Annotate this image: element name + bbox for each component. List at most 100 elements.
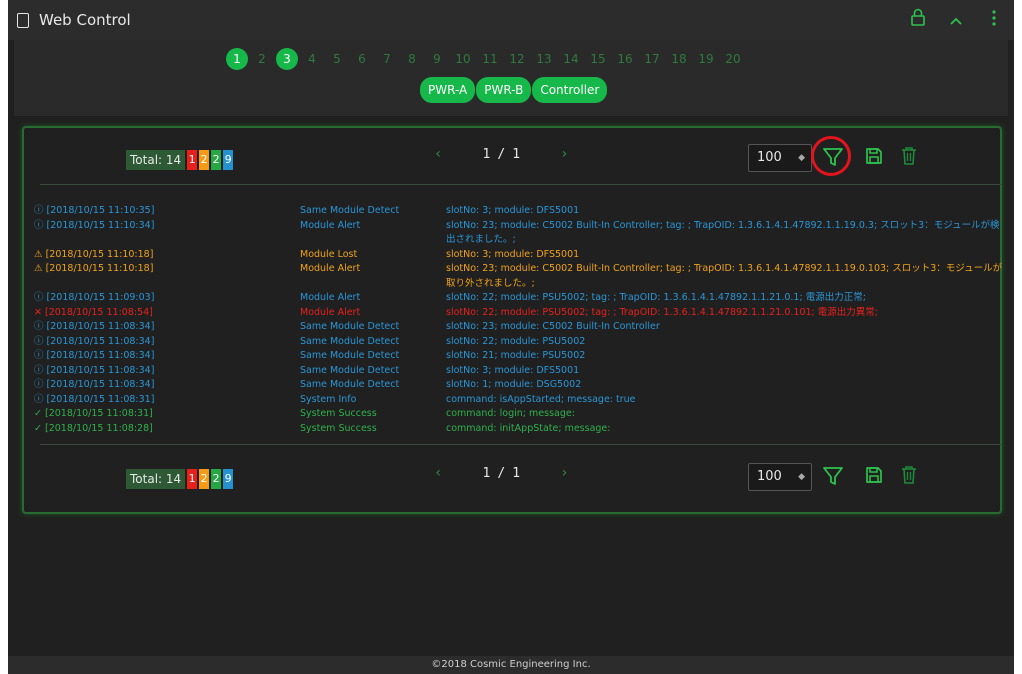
slot-15[interactable]: 15 — [586, 48, 610, 70]
info-count-badge[interactable]: 9 — [223, 469, 234, 489]
slot-5[interactable]: 5 — [326, 48, 348, 70]
log-type: Same Module Detect — [300, 335, 400, 347]
slot-11[interactable]: 11 — [478, 48, 502, 70]
slot-14[interactable]: 14 — [559, 48, 583, 70]
slot-16[interactable]: 16 — [613, 48, 637, 70]
page-size-select[interactable]: 100 ◆ — [748, 463, 812, 491]
log-timestamp: ⓘ [2018/10/15 11:08:34] — [34, 378, 300, 393]
bottom-divider — [40, 444, 1002, 445]
log-type: Same Module Detect — [300, 379, 400, 390]
filter-icon[interactable] — [822, 465, 846, 489]
log-type: Module Alert — [300, 263, 361, 274]
log-timestamp-text: [2018/10/15 11:08:54] — [45, 306, 153, 318]
log-message: slotNo: 23; module: C5002 Built-In Contr… — [446, 321, 660, 332]
log-type: Same Module Detect — [300, 364, 400, 376]
error-count-badge[interactable]: 1 — [187, 469, 198, 489]
log-timestamp-text: [2018/10/15 11:10:35] — [46, 205, 155, 216]
success-count-badge[interactable]: 2 — [211, 150, 222, 170]
log-timestamp: ⓘ [2018/10/15 11:08:31] — [34, 393, 300, 408]
log-timestamp-text: [2018/10/15 11:10:34] — [46, 219, 155, 231]
chevron-right-icon[interactable]: › — [560, 465, 568, 481]
log-message: slotNo: 1; module: DSG5002 — [446, 379, 582, 390]
log-level-icon: ✕ — [34, 306, 42, 318]
trash-icon[interactable] — [900, 465, 924, 489]
log-panel: Total: 14 1 2 2 9 ‹ 1 / 1 › 100 ◆ ⓘ [201… — [22, 126, 1002, 514]
log-timestamp-text: [2018/10/15 11:08:34] — [46, 379, 155, 390]
total-label: Total: 14 — [126, 150, 186, 170]
module-button-pwr-a[interactable]: PWR-A — [420, 77, 476, 103]
slot-7[interactable]: 7 — [376, 48, 398, 70]
app-title: Web Control — [39, 11, 131, 29]
log-type: System Success — [300, 408, 377, 419]
save-icon[interactable] — [864, 146, 888, 170]
log-type: Module Alert — [300, 292, 361, 303]
log-message: slotNo: 3; module: DFS5001 — [446, 248, 580, 260]
log-level-icon: ✓ — [34, 408, 42, 419]
log-timestamp: ✕ [2018/10/15 11:08:54] — [34, 306, 300, 321]
slot-18[interactable]: 18 — [667, 48, 691, 70]
chevron-left-icon[interactable]: ‹ — [434, 146, 442, 162]
slot-2[interactable]: 2 — [251, 48, 273, 70]
warning-count-badge[interactable]: 2 — [199, 150, 210, 170]
log-row: ⚠ [2018/10/15 11:10:18] Module Lost slotNo… — [34, 248, 994, 263]
log-row: ✕ [2018/10/15 11:08:54] Module Alert slotN… — [34, 306, 994, 321]
module-button-pwr-b[interactable]: PWR-B — [476, 77, 532, 103]
log-type: Module Alert — [300, 306, 361, 318]
slot-6[interactable]: 6 — [351, 48, 373, 70]
chevron-right-icon[interactable]: › — [560, 146, 568, 162]
log-message: command: login; message: — [446, 408, 575, 419]
log-timestamp-text: [2018/10/15 11:10:18] — [45, 263, 154, 274]
page-size-select[interactable]: 100 ◆ — [748, 144, 812, 172]
more-vertical-icon[interactable] — [984, 9, 1004, 33]
slot-3[interactable]: 3 — [276, 48, 298, 70]
log-row: ⚠ [2018/10/15 11:10:18] Module Alert slotN… — [34, 262, 1002, 291]
slot-panel: 1 2 3 4 5 6 7 8 9 10 11 12 13 14 15 16 17 18 19 20 PWR-A PWR… — [14, 40, 1008, 116]
log-row: ⓘ [2018/10/15 11:10:35] Same Module Detec… — [34, 204, 994, 219]
log-row: ⓘ [2018/10/15 11:08:34] Same Module Detec… — [34, 378, 994, 393]
save-icon[interactable] — [864, 465, 888, 489]
slot-19[interactable]: 19 — [694, 48, 718, 70]
log-timestamp: ⓘ [2018/10/15 11:10:34] — [34, 219, 300, 248]
log-message: command: initAppState; message: — [446, 422, 611, 434]
warning-count-badge[interactable]: 2 — [199, 469, 210, 489]
slot-selector: 1 2 3 4 5 6 7 8 9 10 11 12 13 14 15 16 17 18 19 20 — [226, 48, 748, 70]
trash-icon[interactable] — [900, 146, 924, 170]
page-navigation: ‹ 1 / 1 › — [434, 146, 569, 162]
filter-icon[interactable] — [822, 146, 846, 170]
success-count-badge[interactable]: 2 — [211, 469, 222, 489]
slot-12[interactable]: 12 — [505, 48, 529, 70]
log-row: ⓘ [2018/10/15 11:10:34] Module Alert slotN… — [34, 219, 1000, 248]
slot-9[interactable]: 9 — [426, 48, 448, 70]
lock-icon[interactable] — [908, 8, 928, 33]
log-row: ⓘ [2018/10/15 11:08:34] Same Module Detec… — [34, 349, 994, 364]
pager-top: Total: 14 1 2 2 9 ‹ 1 / 1 › 100 ◆ — [24, 136, 1000, 178]
module-button-controller[interactable]: Controller — [532, 77, 608, 103]
slot-17[interactable]: 17 — [640, 48, 664, 70]
log-timestamp: ⓘ [2018/10/15 11:09:03] — [34, 291, 300, 306]
log-timestamp: ⓘ [2018/10/15 11:10:35] — [34, 204, 300, 219]
slot-10[interactable]: 10 — [451, 48, 475, 70]
log-level-icon: ✓ — [34, 422, 42, 434]
chevron-left-icon[interactable]: ‹ — [434, 465, 442, 481]
log-type: Module Alert — [300, 219, 361, 231]
log-row: ✓ [2018/10/15 11:08:31] System Success com… — [34, 407, 994, 422]
log-timestamp: ✓ [2018/10/15 11:08:31] — [34, 407, 300, 422]
pager-bottom: Total: 14 1 2 2 9 ‹ 1 / 1 › 100 ◆ — [24, 461, 1000, 497]
error-count-badge[interactable]: 1 — [187, 150, 198, 170]
top-divider — [40, 184, 1002, 185]
slot-20[interactable]: 20 — [721, 48, 745, 70]
chevron-up-icon[interactable] — [946, 9, 966, 33]
log-level-icon: ⓘ — [34, 379, 44, 390]
module-selector: PWR-A PWR-B Controller — [420, 77, 608, 103]
slot-13[interactable]: 13 — [532, 48, 556, 70]
log-row: ⓘ [2018/10/15 11:09:03] Module Alert slotN… — [34, 291, 994, 306]
slot-1[interactable]: 1 — [226, 48, 248, 70]
slot-4[interactable]: 4 — [301, 48, 323, 70]
log-timestamp-text: [2018/10/15 11:08:34] — [46, 350, 155, 361]
log-level-icon: ⚠ — [34, 248, 43, 260]
log-timestamp-text: [2018/10/15 11:09:03] — [46, 292, 155, 303]
log-timestamp: ⓘ [2018/10/15 11:08:34] — [34, 364, 300, 379]
info-count-badge[interactable]: 9 — [223, 150, 234, 170]
slot-8[interactable]: 8 — [401, 48, 423, 70]
log-level-icon: ⓘ — [34, 219, 44, 231]
